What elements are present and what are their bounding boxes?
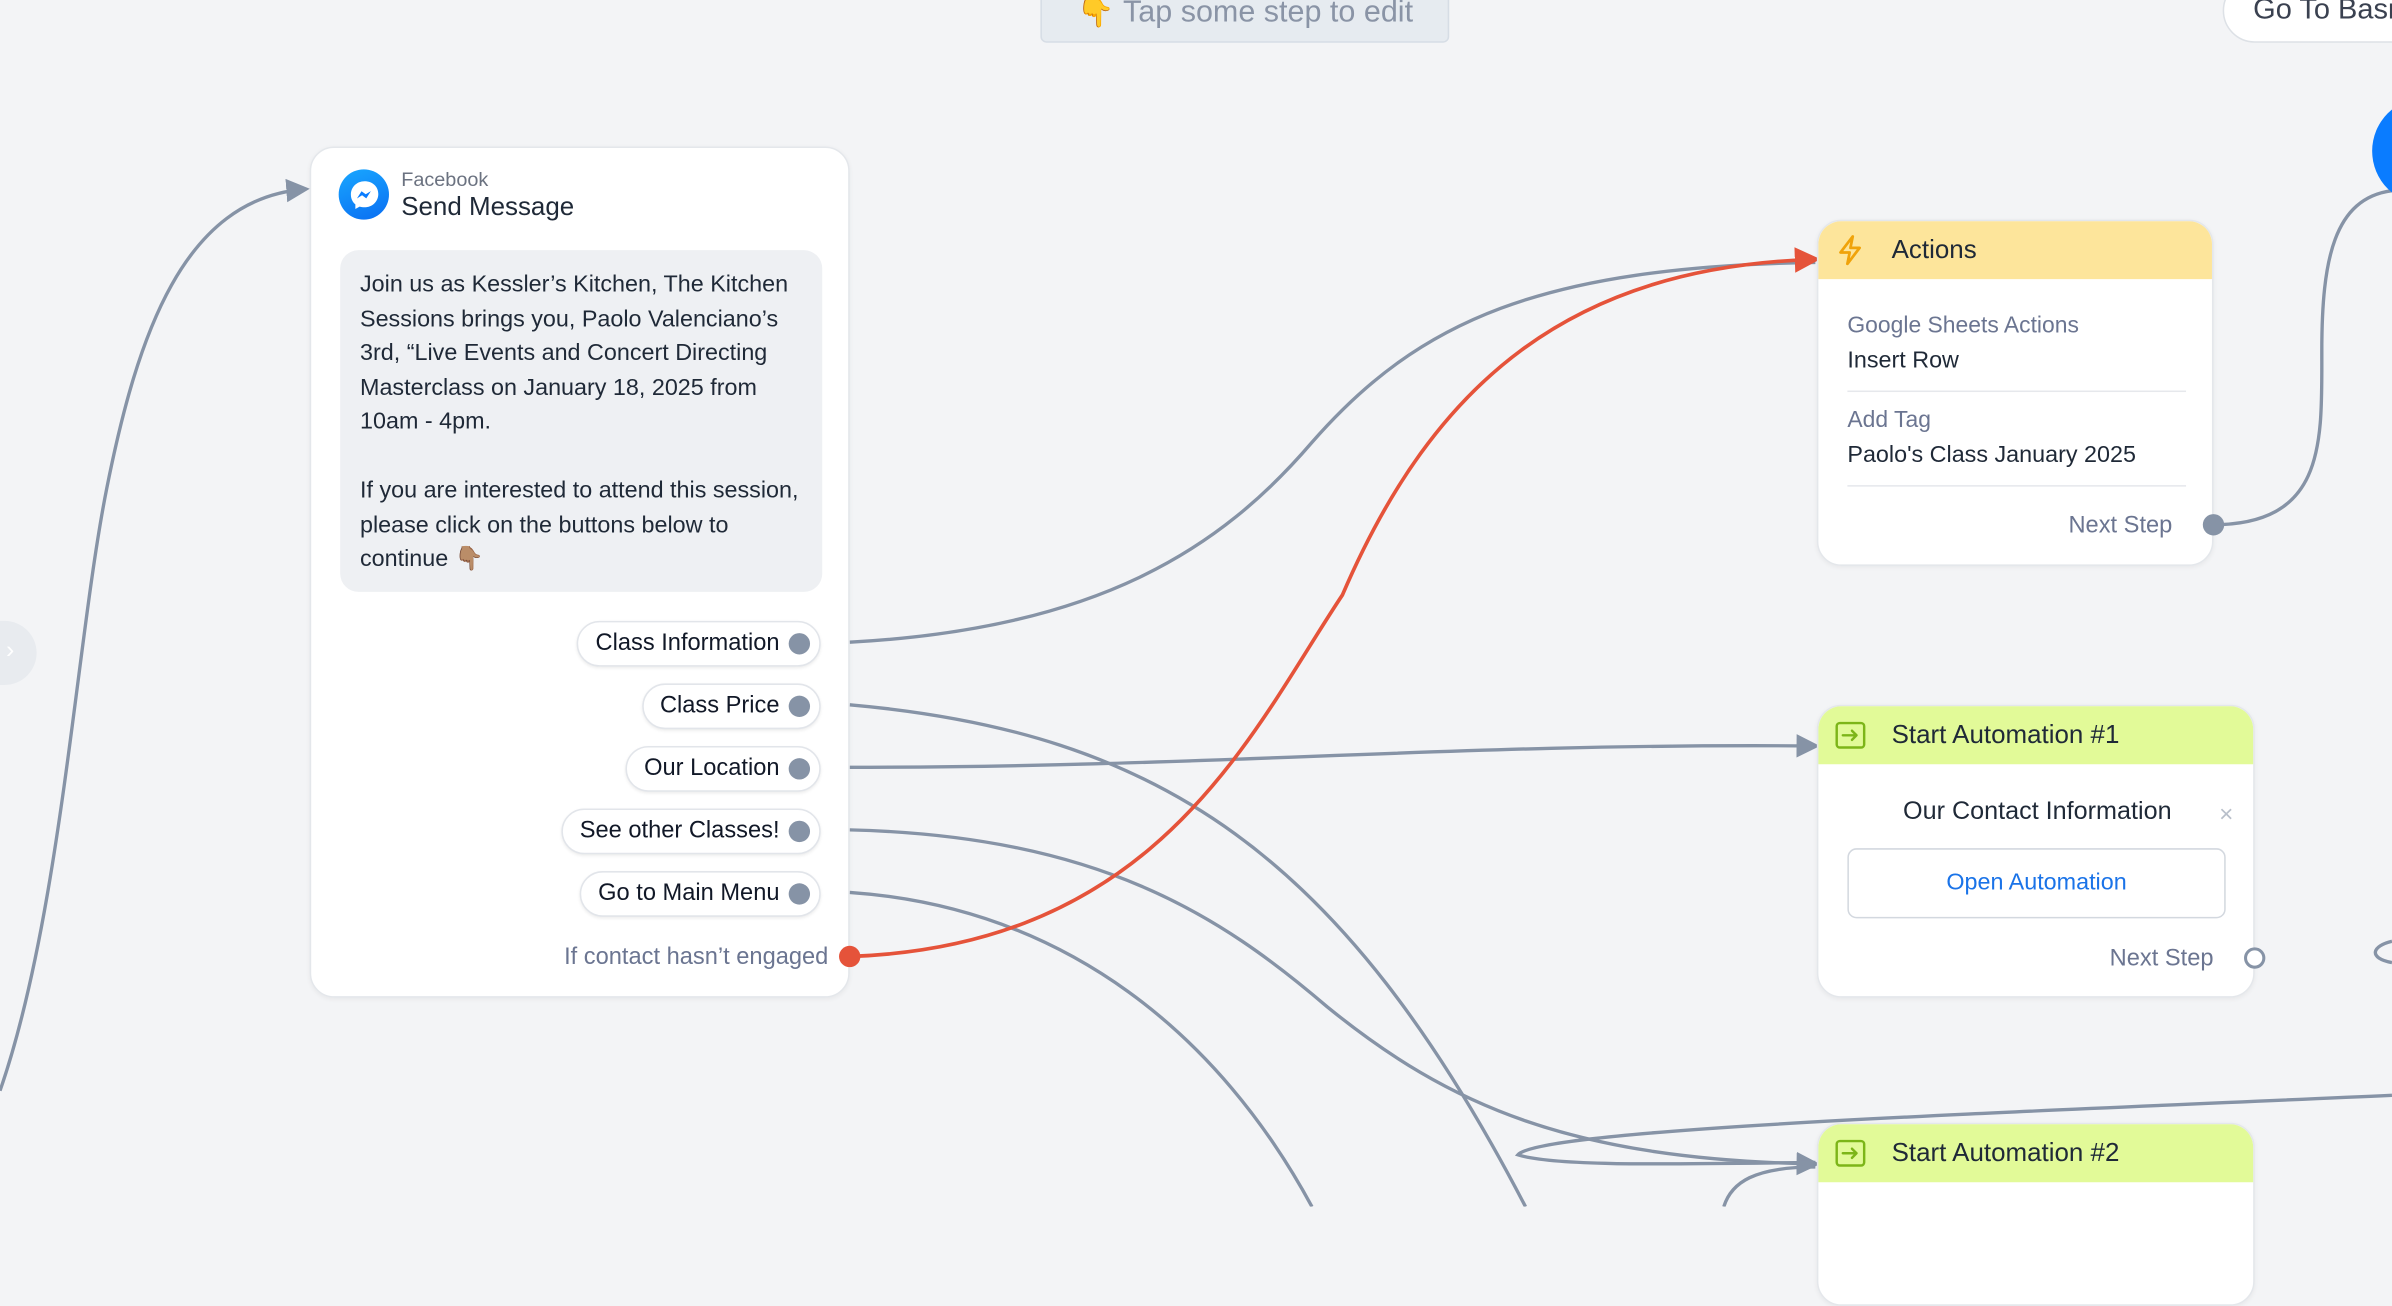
node-header: Start Automation #1 [1818, 706, 2254, 765]
node-header: Start Automation #2 [1818, 1124, 2254, 1183]
message-paragraph: If you are interested to attend this ses… [360, 477, 799, 573]
wire-automation1-next [2373, 939, 2392, 965]
wire-our-location [849, 734, 1821, 770]
divider [1847, 390, 2187, 393]
connector-port[interactable] [788, 695, 811, 717]
wire-not-engaged [849, 247, 1821, 959]
button-label: Go to Main Menu [598, 880, 780, 907]
action-label: Add Tag [1847, 407, 1931, 434]
node-title: Actions [1891, 234, 1977, 264]
start-automation-icon [1834, 719, 1868, 753]
action-item[interactable]: Google Sheets Actions Insert Row [1847, 313, 2186, 379]
next-step-port[interactable] [2244, 947, 2266, 969]
wire-class-information [849, 260, 1816, 644]
wire-see-other-classes [849, 828, 1821, 1176]
wire-automation2-loop [1722, 1165, 1816, 1207]
lightning-icon [1834, 233, 1868, 267]
pointing-hand-icon: 👇 [1076, 0, 1115, 29]
divider [1847, 485, 2187, 487]
node-title: Start Automation #1 [1891, 720, 2120, 750]
wire-class-price [849, 703, 1527, 1207]
connector-port[interactable] [788, 883, 811, 905]
button-label: Our Location [644, 755, 780, 782]
connector-port[interactable] [788, 633, 811, 655]
node-source: Facebook [401, 167, 489, 191]
button-label: See other Classes! [579, 817, 780, 844]
message-bubble[interactable]: Join us as Kessler’s Kitchen, The Kitche… [340, 250, 823, 592]
connector-port[interactable] [788, 758, 811, 780]
chevron-right-icon: › [6, 637, 15, 664]
next-step-label: Next Step [2109, 945, 2214, 972]
wire-actions-next [2211, 189, 2392, 527]
start-automation-icon [1834, 1136, 1868, 1170]
button-class-price[interactable]: Class Price [641, 683, 821, 730]
button-see-other-classes[interactable]: See other Classes! [561, 808, 821, 855]
messenger-icon [338, 169, 390, 220]
node-header: Facebook Send Message [338, 167, 575, 224]
node-title: Send Message [401, 192, 575, 222]
node-header: Actions [1818, 221, 2212, 280]
button-class-information[interactable]: Class Information [577, 620, 821, 667]
open-automation-button[interactable]: Open Automation [1847, 848, 2226, 919]
send-message-node[interactable]: Facebook Send Message Join us as Kessler… [309, 146, 861, 998]
node-title: Start Automation #2 [1891, 1138, 2120, 1168]
next-step-label: Next Step [2068, 512, 2173, 539]
not-engaged-port[interactable] [839, 945, 861, 968]
start-automation-2-node[interactable]: Start Automation #2 [1816, 1122, 2255, 1306]
button-our-location[interactable]: Our Location [625, 745, 821, 792]
button-label: Class Price [659, 692, 780, 719]
not-engaged-label: If contact hasn’t engaged [564, 944, 829, 971]
close-icon[interactable]: × [2219, 802, 2233, 829]
edit-hint-banner: 👇 Tap some step to edit [1040, 0, 1450, 43]
button-label: Class Information [595, 630, 780, 656]
wire-incoming [0, 178, 310, 1092]
action-value: Paolo's Class January 2025 [1847, 442, 2136, 469]
action-label: Google Sheets Actions [1847, 312, 2079, 339]
action-item[interactable]: Add Tag Paolo's Class January 2025 [1847, 407, 2186, 473]
connector-port[interactable] [788, 820, 811, 843]
automation-name: Our Contact Information [1902, 797, 2172, 826]
go-to-basic-button[interactable]: Go To Basi [2222, 0, 2392, 43]
actions-node[interactable]: Actions Google Sheets Actions Insert Row… [1816, 219, 2225, 566]
edit-hint-text: Tap some step to edit [1123, 0, 1414, 29]
button-go-to-main-menu[interactable]: Go to Main Menu [579, 871, 821, 917]
action-value: Insert Row [1847, 347, 1959, 374]
message-paragraph: Join us as Kessler’s Kitchen, The Kitche… [360, 271, 789, 435]
start-automation-1-node[interactable]: Start Automation #1 Our Contact Informat… [1816, 704, 2266, 998]
flow-canvas[interactable]: 👇 Tap some step to edit Go To Basi › Fac… [0, 0, 2392, 1306]
next-step-port[interactable] [2202, 514, 2225, 536]
